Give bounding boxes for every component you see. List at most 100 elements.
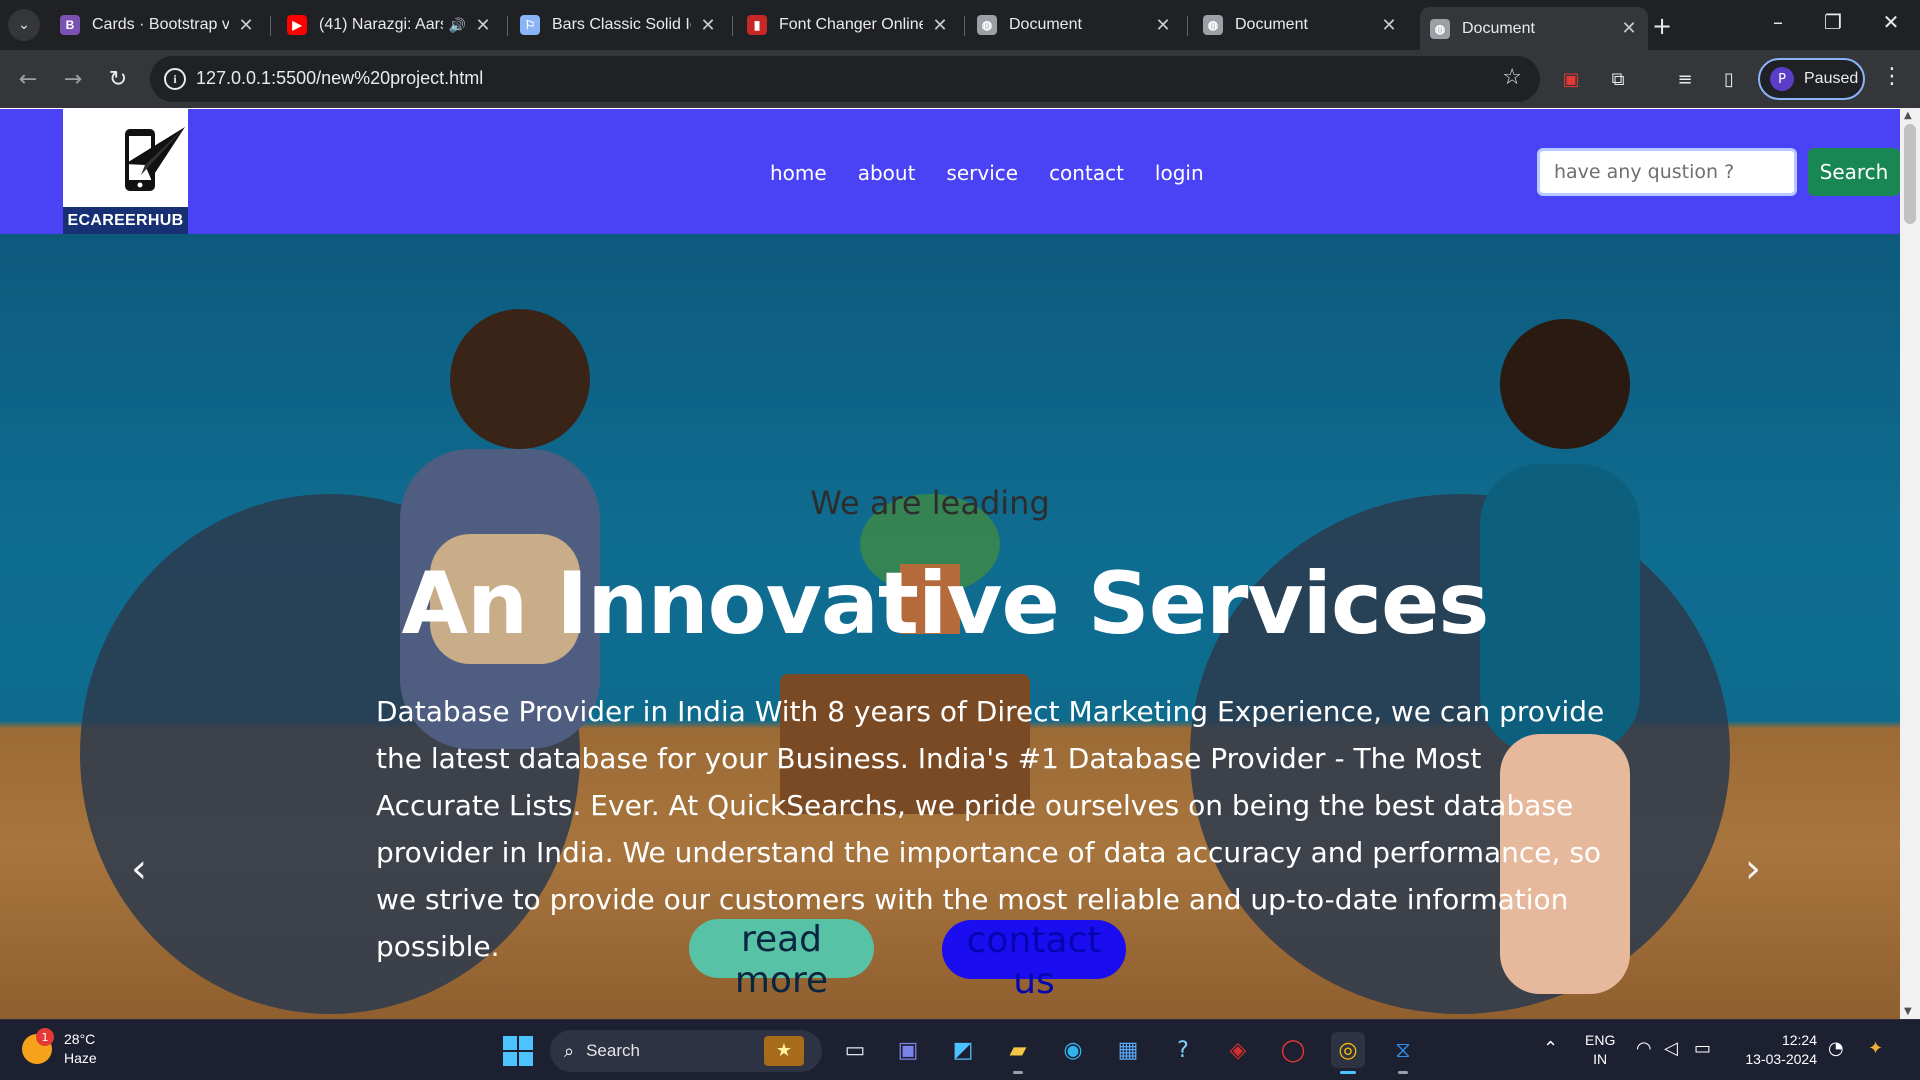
system-clock[interactable]: 12:24 13-03-2024 bbox=[1737, 1031, 1817, 1069]
tab-title: Bars Classic Solid Icons bbox=[552, 16, 691, 33]
tab-close-icon[interactable]: ✕ bbox=[1620, 18, 1638, 39]
copilot-icon[interactable]: ✦ bbox=[1868, 1038, 1883, 1059]
chrome-icon[interactable]: ◎ bbox=[1331, 1032, 1365, 1074]
file-explorer-icon[interactable]: ▰ bbox=[1001, 1032, 1035, 1074]
search-button[interactable]: Search bbox=[1808, 148, 1900, 196]
search-input[interactable] bbox=[1537, 148, 1797, 196]
tab-title: Document bbox=[1009, 16, 1082, 33]
close-window-icon[interactable]: ✕ bbox=[1871, 10, 1911, 34]
mcafee-icon[interactable]: ◈ bbox=[1221, 1032, 1255, 1068]
hero-kicker: We are leading bbox=[810, 484, 1050, 522]
carousel-prev-icon[interactable]: ‹ bbox=[131, 846, 147, 892]
nav-link-login[interactable]: login bbox=[1155, 161, 1204, 185]
media-control-icon[interactable]: ≡ bbox=[1672, 66, 1698, 92]
more-menu-icon[interactable]: ⋮ bbox=[1880, 64, 1904, 89]
profile-button[interactable]: P Paused bbox=[1758, 58, 1865, 100]
font-changer-icon: ▮ bbox=[747, 15, 767, 35]
scroll-down-icon[interactable]: ▼ bbox=[1904, 1006, 1912, 1017]
weather-temp: 28°C bbox=[64, 1031, 96, 1047]
tab-close-icon[interactable]: ✕ bbox=[474, 15, 492, 36]
new-tab-button[interactable]: + bbox=[1652, 12, 1672, 40]
tab-title: Document bbox=[1235, 16, 1308, 33]
wifi-icon[interactable]: ◠ bbox=[1636, 1038, 1652, 1059]
forward-arrow-icon[interactable]: → bbox=[57, 63, 89, 95]
page-scrollbar[interactable]: ▲ ▼ bbox=[1900, 108, 1920, 1019]
tab-title: Cards · Bootstrap v5.3 bbox=[92, 16, 229, 33]
restore-icon[interactable]: ❐ bbox=[1813, 10, 1853, 34]
main-nav: home about service contact login bbox=[770, 161, 1235, 185]
microsoft-store-icon[interactable]: ▦ bbox=[1111, 1032, 1145, 1068]
globe-icon: ◍ bbox=[977, 15, 997, 35]
language-indicator[interactable]: ENG IN bbox=[1585, 1031, 1615, 1069]
hero-carousel: We are leading An Innovative Services Da… bbox=[0, 234, 1900, 1019]
site-info-icon[interactable]: i bbox=[164, 68, 186, 90]
site-logo[interactable]: ECAREERHUB bbox=[63, 109, 188, 234]
carousel-next-icon[interactable]: › bbox=[1745, 846, 1761, 892]
volume-icon[interactable]: ◁ bbox=[1664, 1038, 1678, 1059]
browser-tab[interactable]: ◍ Document ✕ bbox=[1193, 7, 1408, 43]
os-taskbar: 1 28°C Haze ⌕ Search ★ ▭ ▣ ◩ ▰ ◉ ▦ ? ◈ ◯… bbox=[0, 1019, 1920, 1080]
weather-desc: Haze bbox=[64, 1050, 97, 1066]
address-bar[interactable]: i 127.0.0.1:5500/new%20project.html ☆ bbox=[150, 56, 1540, 102]
weather-widget[interactable]: 1 28°C Haze bbox=[22, 1028, 97, 1068]
minimize-icon[interactable]: – bbox=[1758, 10, 1798, 34]
profile-status-label: Paused bbox=[1804, 70, 1859, 87]
vscode-icon[interactable]: ⧖ bbox=[1386, 1032, 1420, 1074]
browser-toolbar: ← → ↻ i 127.0.0.1:5500/new%20project.htm… bbox=[0, 50, 1920, 108]
nav-link-contact[interactable]: contact bbox=[1049, 161, 1124, 185]
tab-audio-icon[interactable]: 🔊 bbox=[449, 17, 466, 34]
globe-icon: ◍ bbox=[1430, 18, 1450, 39]
extension-pocket-icon[interactable]: ▣ bbox=[1558, 66, 1584, 92]
bookmark-star-icon[interactable]: ☆ bbox=[1502, 65, 1522, 90]
address-url[interactable]: 127.0.0.1:5500/new%20project.html bbox=[196, 68, 483, 89]
tab-close-icon[interactable]: ✕ bbox=[699, 15, 717, 36]
scroll-up-icon[interactable]: ▲ bbox=[1904, 110, 1912, 121]
tab-search-chevron-icon[interactable]: ⌄ bbox=[8, 9, 40, 41]
tab-close-icon[interactable]: ✕ bbox=[1380, 15, 1398, 36]
bootstrap-icon: B bbox=[60, 15, 80, 35]
nav-link-about[interactable]: about bbox=[858, 161, 916, 185]
windows-start-icon[interactable] bbox=[503, 1036, 533, 1066]
search-highlight-icon: ★ bbox=[764, 1036, 804, 1066]
flag-icon: ⚐ bbox=[520, 15, 540, 35]
show-hidden-icons-chevron-icon[interactable]: ⌃ bbox=[1543, 1038, 1558, 1059]
read-more-button[interactable]: read more bbox=[689, 919, 874, 1001]
back-arrow-icon[interactable]: ← bbox=[12, 63, 44, 95]
browser-tab[interactable]: B Cards · Bootstrap v5.3 ✕ bbox=[50, 7, 265, 43]
language-code: ENG bbox=[1585, 1032, 1616, 1048]
battery-icon[interactable]: ▭ bbox=[1694, 1038, 1711, 1059]
youtube-icon: ▶ bbox=[287, 15, 307, 35]
tab-separator bbox=[507, 16, 508, 36]
tab-separator bbox=[964, 16, 965, 36]
tab-close-icon[interactable]: ✕ bbox=[931, 15, 949, 36]
notification-bell-icon[interactable]: ◔ bbox=[1828, 1038, 1844, 1059]
contact-us-button[interactable]: contact us bbox=[942, 920, 1126, 1002]
site-navbar: ECAREERHUB home about service contact lo… bbox=[0, 109, 1900, 234]
browser-tab[interactable]: ▮ Font Changer Online ✕ bbox=[737, 7, 959, 43]
browser-tab[interactable]: ◍ Document ✕ bbox=[967, 7, 1182, 43]
reload-icon[interactable]: ↻ bbox=[102, 63, 134, 95]
teams-chat-icon[interactable]: ▣ bbox=[891, 1032, 925, 1068]
help-icon[interactable]: ? bbox=[1166, 1032, 1200, 1068]
side-panel-icon[interactable]: ▯ bbox=[1716, 66, 1742, 92]
browser-tab[interactable]: ◍ Document ✕ bbox=[1420, 7, 1648, 50]
clock-date: 13-03-2024 bbox=[1745, 1051, 1817, 1067]
edge-browser-icon[interactable]: ◉ bbox=[1056, 1032, 1090, 1068]
browser-tab-strip: ⌄ B Cards · Bootstrap v5.3 ✕ ▶ (41) Narazgi:… bbox=[0, 0, 1920, 50]
weather-sun-icon: 1 bbox=[22, 1028, 54, 1064]
nav-link-service[interactable]: service bbox=[946, 161, 1018, 185]
clock-time: 12:24 bbox=[1781, 1032, 1817, 1048]
widgets-icon[interactable]: ◩ bbox=[946, 1032, 980, 1068]
tab-separator bbox=[1187, 16, 1188, 36]
extensions-puzzle-icon[interactable]: ⧉ bbox=[1605, 66, 1631, 92]
scrollbar-thumb[interactable] bbox=[1904, 124, 1916, 224]
opera-icon[interactable]: ◯ bbox=[1276, 1032, 1310, 1068]
tab-close-icon[interactable]: ✕ bbox=[237, 15, 255, 36]
browser-tab[interactable]: ⚐ Bars Classic Solid Icons ✕ bbox=[510, 7, 727, 43]
browser-tab[interactable]: ▶ (41) Narazgi: Aarsh 🔊 ✕ bbox=[277, 7, 502, 43]
nav-link-home[interactable]: home bbox=[770, 161, 827, 185]
tab-close-icon[interactable]: ✕ bbox=[1154, 15, 1172, 36]
page-viewport: ECAREERHUB home about service contact lo… bbox=[0, 108, 1920, 1019]
task-view-icon[interactable]: ▭ bbox=[838, 1032, 872, 1068]
taskbar-search[interactable]: ⌕ Search ★ bbox=[550, 1030, 822, 1072]
